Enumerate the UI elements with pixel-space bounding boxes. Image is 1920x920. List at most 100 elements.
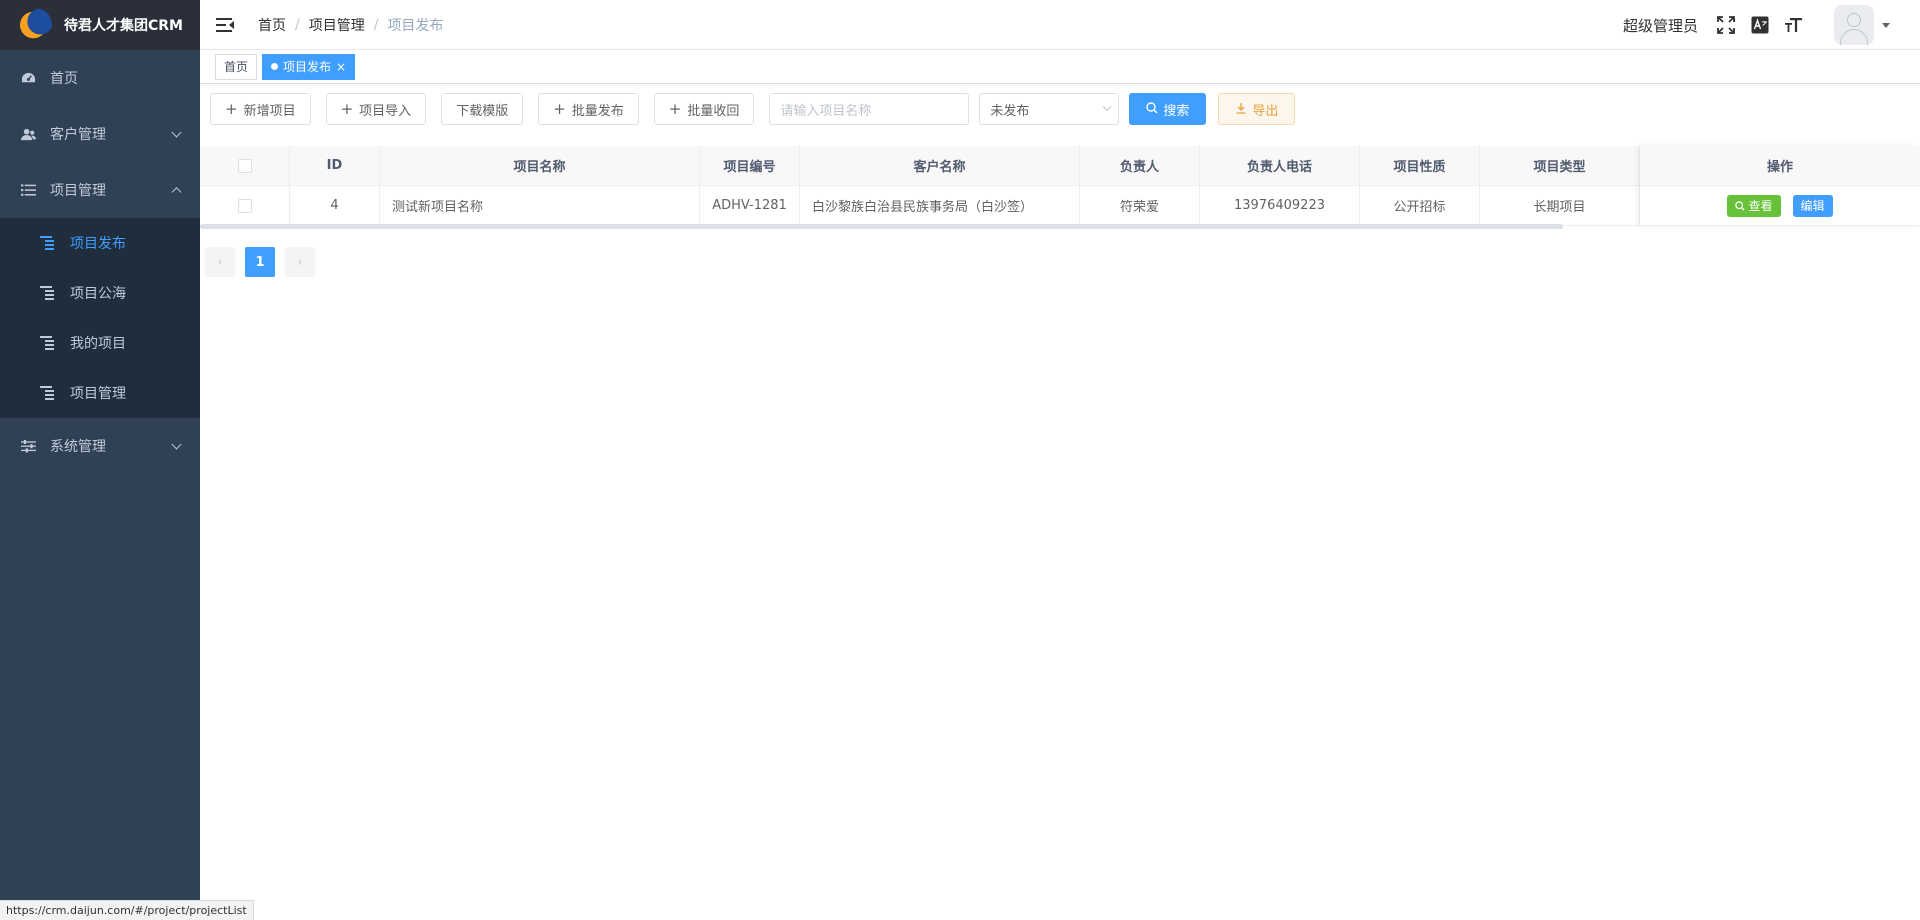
cell-project-code: ADHV-1281	[700, 186, 800, 225]
search-icon	[1146, 101, 1158, 117]
sidebar-item-system[interactable]: 系统管理	[0, 418, 200, 474]
logo-area: 待君人才集团CRM	[0, 0, 200, 50]
tree-list-icon	[40, 286, 56, 300]
pagination: ‹ 1 ›	[205, 247, 325, 277]
breadcrumb-current: 项目发布	[387, 17, 444, 34]
fullscreen-icon[interactable]	[1716, 15, 1736, 35]
row-select-cell	[200, 186, 290, 225]
breadcrumb-separator: /	[295, 16, 300, 33]
column-header[interactable]: ID	[290, 146, 380, 185]
cell-project-name: 测试新项目名称	[380, 186, 700, 225]
sidebar-subitem-project-publish[interactable]: 项目发布	[0, 218, 200, 268]
prev-page-button[interactable]: ‹	[205, 247, 235, 277]
sidebar-item-label: 项目管理	[50, 183, 106, 199]
list-icon	[20, 182, 36, 198]
column-header[interactable]: 项目性质	[1360, 146, 1480, 185]
button-label: 编辑	[1800, 199, 1825, 213]
export-button[interactable]: 导出	[1218, 93, 1296, 125]
tags-view: 首页 项目发布 ×	[200, 50, 1920, 84]
username: 超级管理员	[1622, 16, 1698, 35]
sidebar-toggle-icon[interactable]	[216, 17, 234, 32]
batch-recall-button[interactable]: + 批量收回	[653, 93, 755, 125]
button-label: 新增项目	[243, 103, 296, 119]
caret-down-icon[interactable]	[1882, 22, 1890, 28]
view-button[interactable]: 查看	[1727, 194, 1781, 217]
button-label: 下载模版	[456, 103, 509, 119]
download-icon	[1235, 102, 1247, 117]
batch-publish-button[interactable]: + 批量发布	[538, 93, 639, 125]
language-icon[interactable]	[1750, 15, 1770, 35]
horizontal-scrollbar[interactable]	[200, 224, 1563, 229]
active-dot-icon	[271, 63, 279, 70]
column-header[interactable]: 项目名称	[380, 146, 700, 185]
main-area: 首页 / 项目管理 / 项目发布 超级管理员 首页 项目发布 × + 新增项目 …	[200, 0, 1920, 920]
plus-icon: +	[553, 100, 566, 118]
cell-id: 4	[290, 186, 380, 225]
projects-submenu: 项目发布 项目公海 我的项目 项目管理	[0, 218, 200, 418]
sidebar-subitem-my-projects[interactable]: 我的项目	[0, 318, 200, 368]
app-title: 待君人才集团CRM	[64, 18, 183, 34]
sidebar-subitem-project-manage[interactable]: 项目管理	[0, 368, 200, 418]
column-header[interactable]: 负责人电话	[1200, 146, 1360, 185]
sidebar-item-home[interactable]: 首页	[0, 50, 200, 106]
button-label: 批量发布	[571, 103, 624, 119]
status-select[interactable]: 未发布	[979, 93, 1120, 125]
cell-customer-name: 白沙黎族白治县民族事务局（白沙签）	[800, 186, 1080, 225]
search-input[interactable]: 请输入项目名称	[769, 93, 970, 125]
sidebar-subitem-project-pool[interactable]: 项目公海	[0, 268, 200, 318]
chevron-down-icon	[171, 127, 182, 138]
avatar[interactable]	[1834, 5, 1874, 45]
breadcrumb-home[interactable]: 首页	[258, 15, 286, 35]
tag-label: 项目发布	[283, 59, 332, 74]
button-label: 搜索	[1163, 103, 1190, 119]
sidebar-subitem-label: 项目发布	[70, 236, 126, 252]
operations-cell: 查看 编辑	[1640, 186, 1920, 225]
settings-icon	[20, 438, 36, 454]
search-button[interactable]: 搜索	[1129, 93, 1207, 125]
chevron-down-icon	[1103, 102, 1112, 112]
sidebar-item-customers[interactable]: 客户管理	[0, 106, 200, 162]
column-header[interactable]: 客户名称	[800, 146, 1080, 185]
sidebar-item-label: 系统管理	[50, 439, 106, 455]
navbar-right: 超级管理员	[1623, 0, 1920, 50]
search-placeholder: 请输入项目名称	[780, 103, 872, 119]
users-icon	[20, 126, 36, 142]
breadcrumb-projects[interactable]: 项目管理	[309, 15, 365, 35]
cell-owner: 符荣爱	[1080, 186, 1200, 225]
select-value: 未发布	[990, 103, 1030, 119]
font-size-icon[interactable]	[1784, 15, 1804, 35]
page-number[interactable]: 1	[245, 247, 275, 277]
search-icon	[1735, 200, 1746, 211]
button-label: 批量收回	[687, 103, 740, 119]
cell-project-type: 长期项目	[1480, 186, 1640, 225]
button-label: 查看	[1748, 199, 1773, 213]
column-header: 操作	[1766, 160, 1793, 175]
next-page-button[interactable]: ›	[285, 247, 315, 277]
plus-icon: +	[340, 100, 354, 118]
tree-list-icon	[40, 336, 56, 350]
button-label: 项目导入	[359, 103, 412, 119]
tag-home[interactable]: 首页	[215, 53, 258, 80]
operations-header-row: 操作	[1640, 146, 1920, 186]
select-all-cell	[200, 146, 290, 185]
toolbar: + 新增项目 + 项目导入 下载模版 + 批量发布 + 批量收回 请输入项目名称 未发布…	[210, 93, 1296, 125]
sidebar-item-projects[interactable]: 项目管理	[0, 162, 200, 218]
edit-button[interactable]: 编辑	[1792, 194, 1833, 217]
download-template-button[interactable]: 下载模版	[441, 93, 524, 125]
sidebar-subitem-label: 项目公海	[70, 286, 126, 302]
close-icon[interactable]: ×	[336, 55, 346, 79]
column-header[interactable]: 负责人	[1080, 146, 1200, 185]
column-header[interactable]: 项目类型	[1480, 146, 1640, 185]
tag-project-publish[interactable]: 项目发布 ×	[262, 53, 356, 80]
tree-list-icon	[40, 386, 56, 400]
column-header[interactable]: 项目编号	[700, 146, 800, 185]
row-checkbox[interactable]	[237, 198, 252, 213]
sidebar-item-label: 首页	[50, 71, 78, 87]
projects-table: ID 项目名称 项目编号 客户名称 负责人 负责人电话 项目性质 项目类型 4 …	[200, 146, 1920, 229]
import-project-button[interactable]: + 项目导入	[325, 93, 427, 125]
sidebar: 待君人才集团CRM 首页 客户管理 项目管理 项目发布 项目公海 我的项目 项目…	[0, 0, 200, 920]
add-project-button[interactable]: + 新增项目	[210, 93, 311, 125]
sidebar-subitem-label: 项目管理	[70, 386, 126, 402]
select-all-checkbox[interactable]	[237, 158, 252, 173]
operations-column: 操作 查看 编辑	[1640, 146, 1920, 226]
